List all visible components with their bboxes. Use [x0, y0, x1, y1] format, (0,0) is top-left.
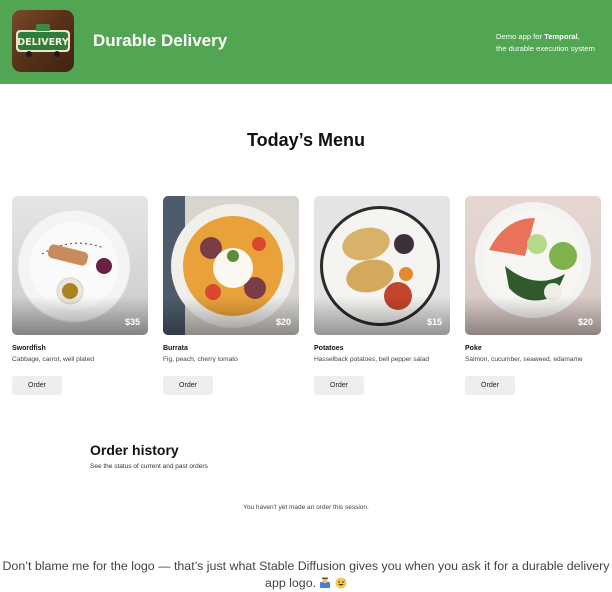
item-name: Poke	[465, 345, 482, 352]
poke-image: $20	[465, 196, 601, 335]
temporal-link[interactable]: Temporal	[544, 32, 578, 41]
app-header: DELIVERY Durable Delivery Demo app for T…	[0, 0, 612, 84]
artist-emoji-icon	[320, 577, 331, 588]
menu-title: Today’s Menu	[246, 130, 365, 150]
burrata-image: $20	[163, 196, 299, 335]
item-description: Fig, peach, cherry tomato	[163, 356, 238, 363]
logo-wordmark: DELIVERY	[17, 37, 69, 48]
item-description: Cabbage, carrot, well plated	[12, 356, 95, 363]
order-history-subtitle: See the status of current and past order…	[90, 463, 208, 470]
item-description: Hasselback potatoes, bell pepper salad	[314, 356, 430, 363]
logo-disclaimer: Don’t blame me for the logo — that’s jus…	[0, 558, 612, 592]
price-tag: $15	[426, 317, 442, 327]
item-name: Swordfish	[12, 345, 46, 352]
order-button-potatoes[interactable]: Order	[314, 376, 364, 395]
order-button-burrata[interactable]: Order	[163, 376, 213, 395]
item-name: Burrata	[163, 345, 188, 352]
app-title: Durable Delivery	[93, 31, 228, 50]
price-tag: $20	[577, 317, 593, 327]
app-logo[interactable]: DELIVERY	[12, 10, 74, 72]
header-tagline: Demo app for Temporal, the durable execu…	[496, 31, 600, 55]
order-button-poke[interactable]: Order	[465, 376, 515, 395]
item-description: Salmon, cucumber, seaweed, edamame	[465, 356, 583, 363]
disclaimer-line1: Don’t blame me for the logo — that’s jus…	[2, 559, 610, 573]
tagline-prefix: Demo app for	[496, 32, 545, 41]
order-history-empty-message: You haven't yet made an order this sessi…	[243, 504, 369, 511]
disclaimer-line2: app logo.	[265, 576, 317, 590]
delivery-truck-logo-icon: DELIVERY	[16, 24, 70, 57]
order-button-swordfish[interactable]: Order	[12, 376, 62, 395]
item-name: Potatoes	[314, 345, 344, 352]
order-history-title: Order history	[90, 442, 179, 458]
tagline-line2: the durable execution system	[496, 44, 595, 53]
price-tag: $35	[124, 317, 140, 327]
swordfish-image: $35	[12, 196, 148, 335]
tagline-suffix: ,	[577, 32, 580, 41]
grinning-sweat-emoji-icon	[335, 577, 347, 589]
potatoes-image: $15	[314, 196, 450, 335]
price-tag: $20	[275, 317, 291, 327]
